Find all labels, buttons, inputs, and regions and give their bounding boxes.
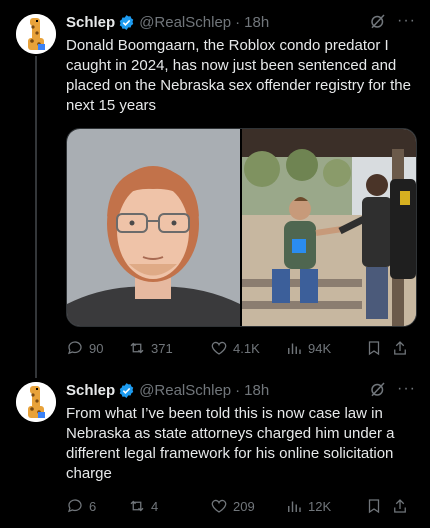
bookmark-button[interactable] <box>365 339 391 357</box>
views-button[interactable]: 94K <box>285 339 365 357</box>
author-handle[interactable]: @RealSchlep <box>139 382 231 399</box>
author-name[interactable]: Schlep <box>66 14 115 31</box>
repost-button[interactable]: 371 <box>128 339 210 357</box>
confrontation-image[interactable] <box>242 129 416 326</box>
tweet-text: From what I’ve been told this is now cas… <box>66 405 395 482</box>
bookmark-icon <box>368 499 380 514</box>
like-count: 4.1K <box>233 340 260 356</box>
like-count: 209 <box>233 498 255 514</box>
tweet-actions: 90 371 4.1K 94K <box>66 338 416 358</box>
reply-icon <box>68 499 82 513</box>
verified-badge-icon <box>118 14 135 31</box>
timestamp[interactable]: 18h <box>244 14 269 31</box>
separator-dot: · <box>235 13 241 31</box>
tweet-text: Donald Boomgaarn, the Roblox condo preda… <box>66 37 411 114</box>
share-button[interactable] <box>391 339 411 357</box>
reply-count: 6 <box>89 498 97 514</box>
author-name[interactable]: Schlep <box>66 382 115 399</box>
share-button[interactable] <box>391 497 411 515</box>
bookmark-icon <box>368 341 380 356</box>
like-button[interactable]: 209 <box>210 497 285 515</box>
reply-icon <box>68 341 82 355</box>
timestamp[interactable]: 18h <box>244 382 269 399</box>
grok-icon[interactable] <box>369 12 387 30</box>
reply-button[interactable]: 6 <box>66 497 128 515</box>
repost-count: 4 <box>151 498 159 514</box>
tweet[interactable]: Schlep @RealSchlep · 18h ··· Donald Boom… <box>0 0 430 378</box>
mugshot-image[interactable] <box>67 129 240 326</box>
bookmark-button[interactable] <box>365 497 391 515</box>
repost-icon <box>130 342 144 354</box>
repost-button[interactable]: 4 <box>128 497 210 515</box>
views-icon <box>288 343 301 354</box>
repost-icon <box>130 500 144 512</box>
tweet-header: Schlep @RealSchlep · 18h <box>66 380 269 400</box>
views-icon <box>288 501 301 512</box>
share-icon <box>394 341 406 355</box>
avatar[interactable] <box>16 382 56 422</box>
views-count: 12K <box>308 498 332 514</box>
more-icon[interactable]: ··· <box>397 381 416 397</box>
grok-icon[interactable] <box>369 380 387 398</box>
thread-line <box>35 56 37 378</box>
more-icon[interactable]: ··· <box>397 13 416 29</box>
reply-button[interactable]: 90 <box>66 339 128 357</box>
author-handle[interactable]: @RealSchlep <box>139 14 231 31</box>
share-icon <box>394 499 406 513</box>
header-actions: ··· <box>369 12 416 30</box>
tweet-actions: 6 4 209 12K <box>66 496 416 516</box>
tweet-media[interactable] <box>66 128 417 327</box>
avatar[interactable] <box>16 14 56 54</box>
views-count: 94K <box>308 340 332 356</box>
tweet-header: Schlep @RealSchlep · 18h <box>66 12 269 32</box>
like-icon <box>211 341 227 355</box>
reply-count: 90 <box>89 340 104 356</box>
like-icon <box>211 499 227 513</box>
repost-count: 371 <box>151 340 173 356</box>
separator-dot: · <box>235 381 241 399</box>
verified-badge-icon <box>118 382 135 399</box>
header-actions: ··· <box>369 380 416 398</box>
views-button[interactable]: 12K <box>285 497 365 515</box>
like-button[interactable]: 4.1K <box>210 339 285 357</box>
tweet[interactable]: Schlep @RealSchlep · 18h ··· From what I… <box>0 370 430 528</box>
